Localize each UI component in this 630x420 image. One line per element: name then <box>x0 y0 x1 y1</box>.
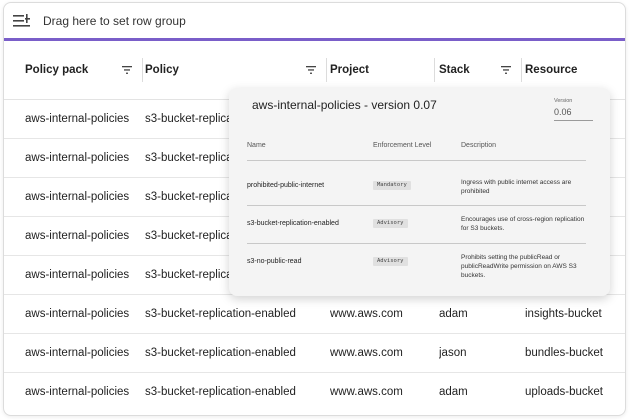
cell-policy-pack: aws-internal-policies <box>25 191 130 203</box>
policy-description: Ingress with public internet access are … <box>461 179 572 195</box>
cell-policy: s3-bucket-replica <box>145 269 233 281</box>
cell-policy-pack: aws-internal-policies <box>25 113 130 125</box>
cell-policy: s3-bucket-replication-enabled <box>145 308 296 320</box>
popover-header-description: Description <box>461 142 497 149</box>
column-header-label: Policy <box>145 64 179 76</box>
version-select[interactable]: 0.06 <box>554 105 593 121</box>
table-row[interactable]: aws-internal-policies s3-bucket-replicat… <box>4 334 625 373</box>
cell-policy: s3-bucket-replication-enabled <box>145 386 296 398</box>
cell-policy-pack: aws-internal-policies <box>25 269 130 281</box>
table-row[interactable]: aws-internal-policies s3-bucket-replicat… <box>4 295 625 334</box>
popover-header-name: Name <box>247 142 266 149</box>
enforcement-badge: Advisory <box>373 219 408 228</box>
row-group-icon <box>13 13 31 28</box>
row-group-drop-zone[interactable]: Drag here to set row group <box>4 3 625 41</box>
row-divider <box>247 205 586 206</box>
cell-resource: bundles-bucket <box>525 347 603 359</box>
cell-policy-pack: aws-internal-policies <box>25 347 130 359</box>
cell-stack: jason <box>439 347 467 359</box>
table-row[interactable]: aws-internal-policies s3-bucket-replicat… <box>4 373 625 411</box>
cell-resource: insights-bucket <box>525 308 602 320</box>
column-header-label: Policy pack <box>25 64 89 76</box>
row-divider <box>247 243 586 244</box>
cell-project: www.aws.com <box>330 308 403 320</box>
column-header-label: Stack <box>439 64 470 76</box>
enforcement-badge: Mandatory <box>373 181 411 190</box>
cell-resource: uploads-bucket <box>525 386 603 398</box>
cell-policy: s3-bucket-replication-enabled <box>145 347 296 359</box>
policy-description: Encourages use of cross-region replicati… <box>461 216 585 232</box>
cell-policy: s3-bucket-replica <box>145 230 233 242</box>
policy-name: s3-bucket-replication-enabled <box>247 220 339 227</box>
cell-stack: adam <box>439 308 468 320</box>
cell-project: www.aws.com <box>330 347 403 359</box>
cell-project: www.aws.com <box>330 386 403 398</box>
policy-description: Prohibits setting the publicRead or publ… <box>461 254 577 279</box>
popover-header-enforcement: Enforcement Level <box>373 142 432 149</box>
policy-name: prohibited-public-internet <box>247 182 325 189</box>
header-divider <box>247 160 586 161</box>
column-header-label: Resource <box>525 64 578 76</box>
cell-stack: adam <box>439 386 468 398</box>
cell-policy-pack: aws-internal-policies <box>25 386 130 398</box>
cell-policy-pack: aws-internal-policies <box>25 308 130 320</box>
version-label: Version <box>554 98 573 104</box>
enforcement-badge: Advisory <box>373 257 408 266</box>
cell-policy: s3-bucket-replica <box>145 152 233 164</box>
row-group-hint: Drag here to set row group <box>43 13 186 28</box>
policy-pack-popover: aws-internal-policies - version 0.07 Ver… <box>229 88 610 296</box>
cell-policy-pack: aws-internal-policies <box>25 230 130 242</box>
policy-name: s3-no-public-read <box>247 258 302 265</box>
popover-title: aws-internal-policies - version 0.07 <box>252 98 437 112</box>
cell-policy: s3-bucket-replica <box>145 113 233 125</box>
cell-policy: s3-bucket-replica <box>145 191 233 203</box>
cell-policy-pack: aws-internal-policies <box>25 152 130 164</box>
column-header-label: Project <box>330 64 369 76</box>
